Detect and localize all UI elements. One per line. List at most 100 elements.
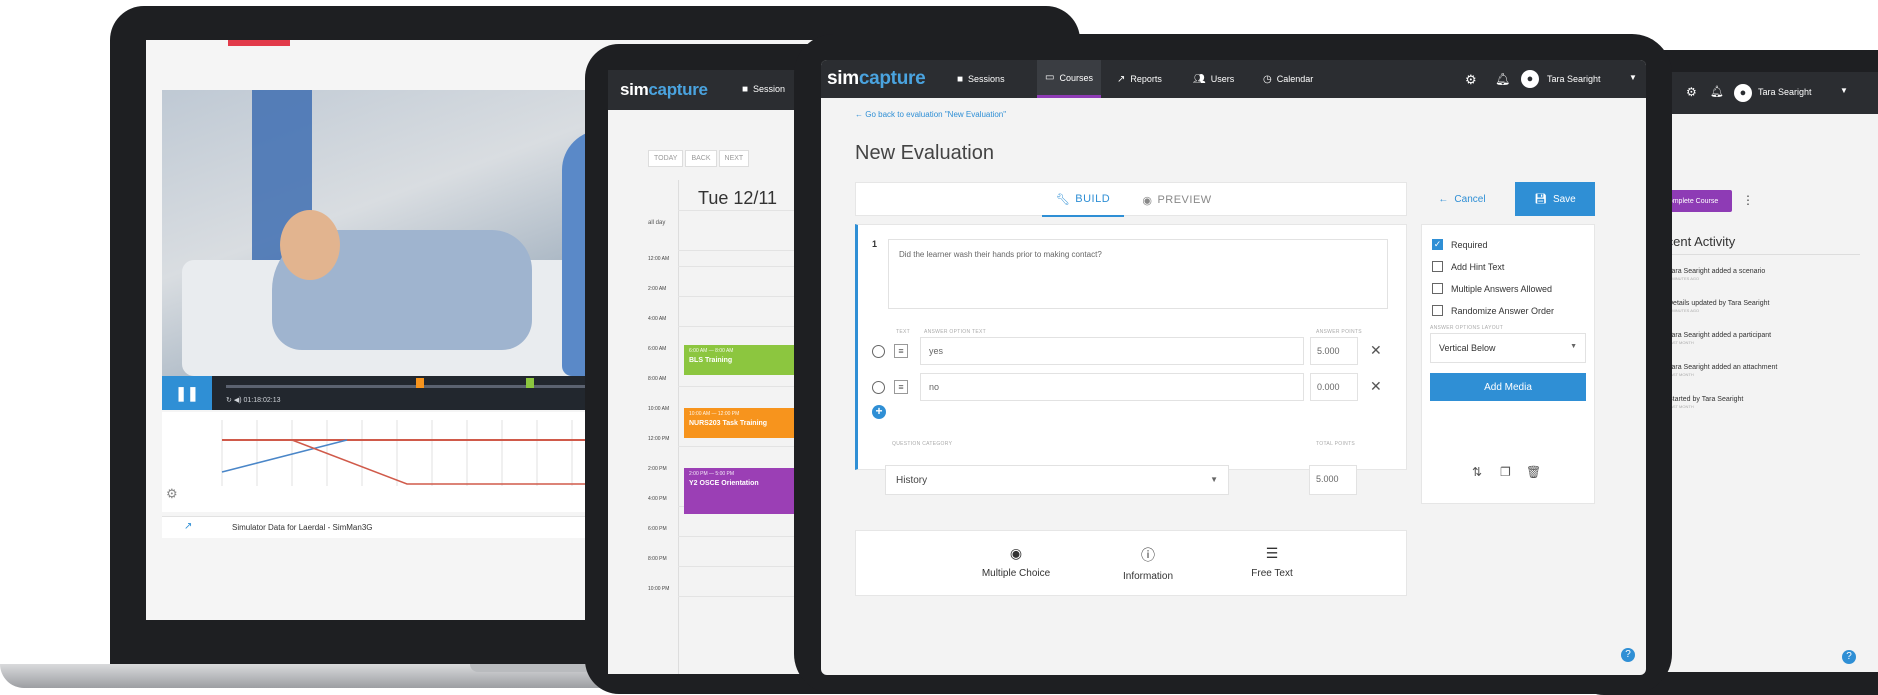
answer-radio[interactable] xyxy=(872,345,885,358)
clock-icon: ◷ xyxy=(1263,73,1272,85)
answer-input[interactable]: no xyxy=(920,373,1304,401)
tab-preview[interactable]: ◉ PREVIEW xyxy=(1136,183,1218,217)
save-icon: 💾︎ xyxy=(1534,193,1547,205)
add-answer-icon[interactable]: + xyxy=(872,405,886,419)
bell-icon[interactable]: 🔔︎ xyxy=(1495,72,1510,86)
time-label: 2:00 PM xyxy=(648,466,667,472)
total-points-input[interactable]: 5.000 xyxy=(1309,465,1357,495)
trend-icon: ↗ xyxy=(184,521,193,532)
nav-calendar[interactable]: ◷ Calendar xyxy=(1263,60,1313,98)
time-label: 6:00 PM xyxy=(648,526,667,532)
col-answer-label: ANSWER OPTION TEXT xyxy=(924,329,986,335)
tab-build-label: BUILD xyxy=(1075,193,1111,205)
option-randomize[interactable]: Randomize Answer Order xyxy=(1432,305,1554,316)
list-icon[interactable]: ≡ xyxy=(894,344,908,358)
help-icon[interactable]: ? xyxy=(1621,648,1635,662)
nav-sessions[interactable]: ■ Session xyxy=(742,70,785,108)
replay-icon[interactable]: ↻ xyxy=(226,397,232,404)
category-select[interactable]: History ▼ xyxy=(885,465,1229,495)
option-multiple[interactable]: Multiple Answers Allowed xyxy=(1432,283,1552,294)
nav-courses[interactable]: ▭ Courses xyxy=(1037,60,1101,98)
activity-item: Details updated by Tara Searight 2 MINUT… xyxy=(1650,300,1870,313)
calendar-grid-divider xyxy=(678,180,679,674)
calendar-date: Tue 12/11 xyxy=(698,188,778,208)
trash-icon[interactable]: 🗑︎ xyxy=(1526,465,1541,479)
chevron-down-icon[interactable]: ▼ xyxy=(1629,73,1637,82)
timeline-marker-icon[interactable] xyxy=(526,378,534,388)
video-camera-icon: ■ xyxy=(957,73,964,85)
options-panel: ✓ Required Add Hint Text Multiple Answer… xyxy=(1421,224,1595,504)
user-avatar-icon[interactable]: ● xyxy=(1521,70,1539,88)
timeline-marker-icon[interactable] xyxy=(416,378,424,388)
answer-text: no xyxy=(929,382,940,392)
gear-icon[interactable]: ⚙ xyxy=(1686,85,1697,99)
user-avatar-icon[interactable]: ● xyxy=(1734,84,1752,102)
simcapture-logo[interactable]: simcapture xyxy=(620,80,708,100)
nav-reports[interactable]: ↗ Reports xyxy=(1117,60,1162,98)
activity-item: Started by Tara Searight LAST MONTH xyxy=(1650,396,1870,409)
tab-build[interactable]: 🔧︎ BUILD xyxy=(1042,183,1124,217)
video-time: ↻ ◀) 01:18:02:13 xyxy=(226,396,280,404)
video-timestamp: 01:18:02:13 xyxy=(243,397,281,404)
category-value: History xyxy=(896,475,928,486)
users-icon: 👥︎ xyxy=(1193,73,1206,85)
time-label: 10:00 AM xyxy=(648,406,670,412)
question-text-input[interactable]: Did the learner wash their hands prior t… xyxy=(888,239,1388,309)
save-button[interactable]: 💾︎ Save xyxy=(1515,182,1595,216)
back-link[interactable]: ← Go back to evaluation "New Evaluation" xyxy=(855,110,1006,119)
trend-icon: ↗ xyxy=(1117,73,1126,85)
volume-icon[interactable]: ◀) xyxy=(234,397,242,404)
close-icon[interactable]: ✕ xyxy=(1370,378,1382,395)
arrow-left-icon: ← xyxy=(1438,193,1449,205)
help-icon[interactable]: ? xyxy=(1842,650,1856,664)
more-vertical-icon[interactable]: ⋮ xyxy=(1742,193,1754,207)
gear-icon[interactable]: ⚙ xyxy=(166,486,178,502)
copy-icon[interactable]: ❐ xyxy=(1500,465,1511,479)
bell-icon[interactable]: 🔔︎ xyxy=(1710,85,1724,98)
close-icon[interactable]: ✕ xyxy=(1370,342,1382,359)
today-button[interactable]: TODAY xyxy=(648,150,684,167)
nav-reports-label: Reports xyxy=(1130,74,1162,84)
add-media-button[interactable]: Add Media xyxy=(1430,373,1586,401)
info-icon: ⓘ xyxy=(1141,547,1155,563)
add-media-label: Add Media xyxy=(1484,381,1532,393)
activity-item: Tara Searight added an attachment LAST M… xyxy=(1650,364,1870,377)
chevron-down-icon: ▼ xyxy=(1210,475,1218,484)
free-text-button[interactable]: ☰ Free Text xyxy=(1222,545,1322,579)
checkbox-icon xyxy=(1432,261,1443,272)
answer-radio[interactable] xyxy=(872,381,885,394)
multiple-choice-button[interactable]: ◉ Multiple Choice xyxy=(966,545,1066,579)
activity-text: Tara Searight added a participant xyxy=(1668,332,1772,339)
list-icon[interactable]: ≡ xyxy=(894,380,908,394)
simcapture-logo[interactable]: simcapture xyxy=(827,68,926,90)
user-name[interactable]: Tara Searight xyxy=(1547,74,1601,84)
free-text-label: Free Text xyxy=(1251,568,1293,579)
cancel-button[interactable]: ← Cancel xyxy=(1421,182,1503,216)
time-label: 4:00 AM xyxy=(648,316,667,322)
tab-preview-label: PREVIEW xyxy=(1157,194,1212,206)
answer-input[interactable]: yes xyxy=(920,337,1304,365)
chevron-down-icon[interactable]: ▼ xyxy=(1840,86,1848,95)
layout-select[interactable]: Vertical Below ▼ xyxy=(1430,333,1586,363)
user-name[interactable]: Tara Searight xyxy=(1758,87,1812,97)
option-hint[interactable]: Add Hint Text xyxy=(1432,261,1504,272)
points-input[interactable]: 5.000 xyxy=(1310,337,1358,365)
option-label: Add Hint Text xyxy=(1451,261,1505,272)
back-button[interactable]: BACK xyxy=(685,150,717,167)
radio-icon: ◉ xyxy=(1009,545,1023,561)
pause-button[interactable]: ❚❚ xyxy=(162,376,212,410)
information-label: Information xyxy=(1122,571,1174,582)
option-required[interactable]: ✓ Required xyxy=(1432,239,1488,250)
main-nav: simcapture ■ Sessions ▭ Courses ↗ Report… xyxy=(821,60,1646,98)
nav-users[interactable]: 👥︎ Users xyxy=(1193,60,1234,98)
next-button[interactable]: NEXT xyxy=(718,150,750,167)
gear-icon[interactable]: ⚙ xyxy=(1465,72,1477,88)
reorder-icon[interactable]: ⇅ xyxy=(1472,465,1482,479)
nav-sessions[interactable]: ■ Sessions xyxy=(957,60,1005,98)
time-label: 8:00 AM xyxy=(648,376,667,382)
points-input[interactable]: 0.000 xyxy=(1310,373,1358,401)
time-label: 2:00 AM xyxy=(648,286,667,292)
video-mannequin-head xyxy=(280,210,340,280)
activity-text: Started by Tara Searight xyxy=(1668,396,1744,403)
information-button[interactable]: ⓘ Information xyxy=(1098,545,1198,582)
